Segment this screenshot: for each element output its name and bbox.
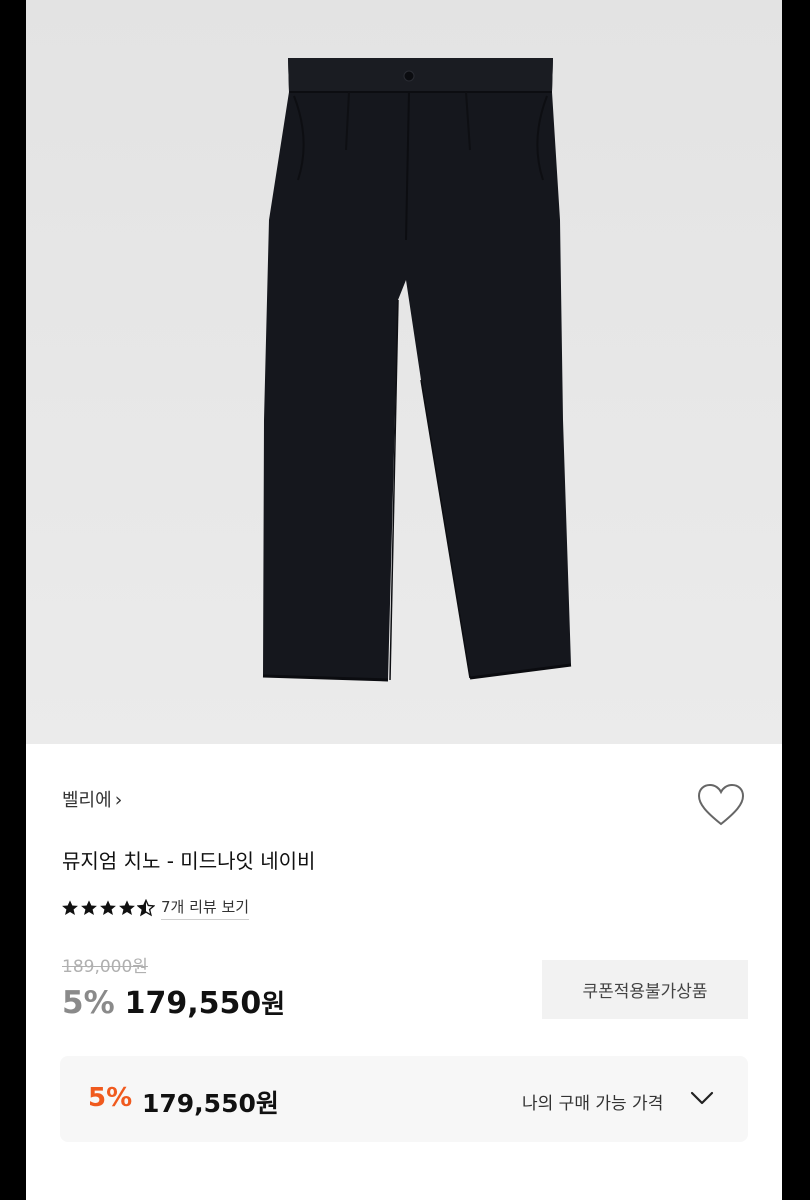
sale-price-line: 5% 179,550원 bbox=[62, 984, 285, 1021]
my-price-rate: 5% bbox=[88, 1083, 133, 1113]
star-full-icon bbox=[100, 900, 116, 916]
product-image[interactable] bbox=[26, 0, 782, 744]
rating-row: 7개 리뷰 보기 bbox=[61, 896, 250, 920]
original-price: 189,000원 bbox=[62, 957, 148, 977]
star-full-icon bbox=[119, 900, 135, 916]
star-full-icon bbox=[81, 900, 97, 916]
brand-link[interactable]: 벨리에 › bbox=[62, 786, 122, 812]
brand-name: 벨리에 bbox=[62, 790, 112, 811]
my-purchasable-price-toggle[interactable]: 5% 179,550원 나의 구매 가능 가격 bbox=[60, 1056, 748, 1142]
review-link[interactable]: 7개 리뷰 보기 bbox=[161, 896, 250, 920]
star-half-icon bbox=[137, 899, 155, 917]
my-price-label: 나의 구매 가능 가격 bbox=[522, 1094, 664, 1114]
product-detail-screen: 벨리에 › 뮤지엄 치노 - 미드나잇 네이비 7개 리뷰 보기 189,000원… bbox=[26, 0, 782, 1200]
coupon-unavailable-badge: 쿠폰적용불가상품 bbox=[542, 960, 748, 1019]
sale-price: 179,550원 bbox=[125, 984, 286, 1021]
rating-stars bbox=[61, 899, 155, 917]
my-price-value: 179,550원 bbox=[142, 1089, 279, 1118]
sale-price-value: 179,550 bbox=[124, 986, 262, 1021]
chevron-right-icon: › bbox=[114, 789, 123, 811]
star-full-icon bbox=[62, 900, 78, 916]
wishlist-heart-button[interactable] bbox=[696, 782, 746, 830]
heart-icon bbox=[697, 783, 745, 826]
chevron-down-icon bbox=[690, 1091, 714, 1105]
trousers-image bbox=[26, 0, 782, 744]
product-title: 뮤지엄 치노 - 미드나잇 네이비 bbox=[62, 849, 316, 873]
sale-rate: 5% bbox=[62, 985, 115, 1021]
currency-unit: 원 bbox=[261, 990, 286, 1020]
